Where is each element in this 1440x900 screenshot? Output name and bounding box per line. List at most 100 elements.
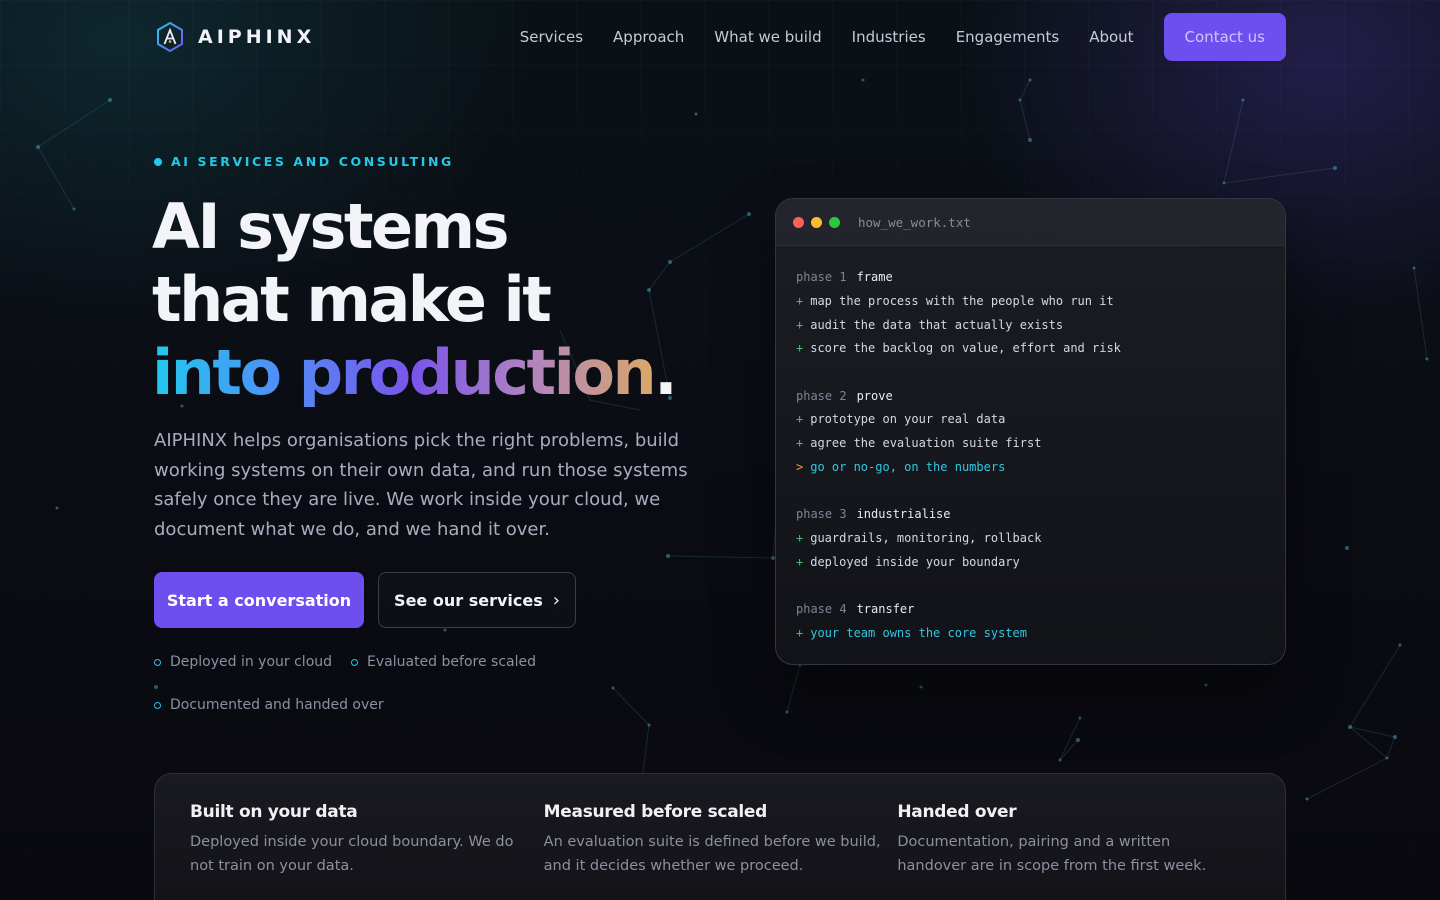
terminal-title-bar: how_we_work.txt bbox=[776, 199, 1285, 246]
start-conversation-button[interactable]: Start a conversation bbox=[154, 572, 364, 628]
value-text: An evaluation suite is defined before we… bbox=[543, 834, 881, 874]
eyebrow-dot-icon bbox=[154, 157, 162, 166]
plus-marker-icon: + bbox=[796, 317, 804, 332]
value-title: Handed over bbox=[897, 802, 1017, 822]
value-item-data: Built on your data Deployed inside your … bbox=[190, 802, 544, 900]
brand-home-link[interactable]: AIPHINX bbox=[154, 21, 315, 53]
top-navigation: AIPHINX Services Approach What we build … bbox=[154, 13, 1286, 61]
phase-label: phase 4 bbox=[796, 602, 847, 617]
how-we-work-terminal: how_we_work.txt phase 1 frame + map the pro… bbox=[775, 198, 1286, 665]
brand-name: AIPHINX bbox=[198, 26, 316, 48]
terminal-line-text: map the process with the people who run … bbox=[810, 293, 1114, 308]
feature-label: Documented and handed over bbox=[170, 697, 384, 713]
hero-headline: AI systems that make it into production. bbox=[152, 190, 772, 409]
terminal-line: + agree the evaluation suite first bbox=[796, 432, 1285, 456]
terminal-line-text: guardrails, monitoring, rollback bbox=[810, 531, 1042, 546]
headline-period: . bbox=[654, 336, 678, 409]
terminal-line: + deployed inside your boundary bbox=[796, 551, 1285, 575]
plus-marker-icon: + bbox=[796, 293, 804, 308]
phase-block: phase 1 frame + map the process with the pe… bbox=[796, 266, 1285, 361]
cta-row: Start a conversation See our services › bbox=[154, 572, 576, 628]
phase-name: prove bbox=[856, 388, 893, 403]
phase-name: transfer bbox=[856, 602, 915, 617]
nav-link-industries[interactable]: Industries bbox=[852, 28, 926, 46]
phase-block: phase 2 prove + prototype on your real data… bbox=[796, 385, 1285, 480]
terminal-line: + score the backlog on value, effort and … bbox=[796, 337, 1285, 361]
value-item-measured: Measured before scaled An evaluation sui… bbox=[544, 802, 898, 900]
value-title: Measured before scaled bbox=[543, 802, 768, 822]
feature-item: Deployed in your cloud bbox=[154, 654, 332, 670]
value-item-handover: Handed over Documentation, pairing and a… bbox=[897, 802, 1251, 900]
window-maximize-dot-icon bbox=[829, 216, 840, 228]
terminal-line-text: audit the data that actually exists bbox=[810, 317, 1064, 332]
plus-marker-icon: + bbox=[796, 554, 804, 569]
phase-block: phase 4 transfer + your team owns the core … bbox=[796, 598, 1285, 646]
phase-heading: phase 1 frame bbox=[796, 266, 1285, 290]
terminal-line: > go or no-go, on the numbers bbox=[796, 456, 1285, 480]
feature-row: Documented and handed over bbox=[154, 694, 574, 716]
feature-item: Evaluated before scaled bbox=[351, 654, 536, 670]
headline-line-3: into production. bbox=[152, 336, 772, 409]
phase-label: phase 1 bbox=[796, 270, 847, 284]
phase-heading: phase 4 transfer bbox=[796, 598, 1285, 622]
feature-list: Deployed in your cloud Evaluated before … bbox=[154, 651, 574, 716]
arrow-marker-icon: > bbox=[796, 460, 804, 475]
value-title: Built on your data bbox=[190, 802, 358, 822]
feature-row: Deployed in your cloud Evaluated before … bbox=[154, 651, 574, 673]
terminal-body: phase 1 frame + map the process with the pe… bbox=[776, 246, 1285, 646]
phase-name: industrialise bbox=[856, 507, 951, 522]
see-services-label: See our services bbox=[394, 590, 543, 610]
nav-link-approach[interactable]: Approach bbox=[613, 28, 684, 46]
terminal-line-text: go or no-go, on the numbers bbox=[810, 460, 1006, 475]
phase-name: frame bbox=[856, 270, 893, 284]
phase-block: phase 3 industrialise + guardrails, monitor… bbox=[796, 503, 1285, 574]
headline-line-1: AI systems bbox=[152, 190, 510, 263]
eyebrow: AI SERVICES AND CONSULTING bbox=[154, 154, 454, 169]
nav-link-engagements[interactable]: Engagements bbox=[956, 28, 1060, 46]
phase-heading: phase 3 industrialise bbox=[796, 503, 1285, 527]
plus-marker-icon: + bbox=[796, 626, 804, 641]
terminal-line-text: agree the evaluation suite first bbox=[810, 436, 1042, 451]
ring-bullet-icon bbox=[351, 658, 359, 666]
eyebrow-text: AI SERVICES AND CONSULTING bbox=[171, 154, 454, 169]
ring-bullet-icon bbox=[154, 701, 161, 709]
phase-label: phase 2 bbox=[796, 388, 847, 403]
terminal-line: + audit the data that actually exists bbox=[796, 314, 1285, 338]
value-text: Deployed inside your cloud boundary. We … bbox=[190, 834, 514, 874]
ring-bullet-icon bbox=[154, 658, 161, 666]
phase-label: phase 3 bbox=[796, 507, 847, 522]
value-strip: Built on your data Deployed inside your … bbox=[154, 773, 1286, 900]
feature-label: Deployed in your cloud bbox=[170, 654, 333, 670]
terminal-filename: how_we_work.txt bbox=[858, 214, 971, 230]
nav-right: Services Approach What we build Industri… bbox=[520, 13, 1286, 61]
feature-item: Documented and handed over bbox=[154, 697, 384, 713]
plus-marker-icon: + bbox=[796, 531, 804, 546]
terminal-line-text: your team owns the core system bbox=[810, 626, 1027, 641]
plus-marker-icon: + bbox=[796, 436, 804, 451]
terminal-line: + map the process with the people who run… bbox=[796, 290, 1285, 314]
terminal-line: + guardrails, monitoring, rollback bbox=[796, 527, 1285, 551]
terminal-line-text: score the backlog on value, effort and r… bbox=[810, 341, 1121, 356]
contact-us-button[interactable]: Contact us bbox=[1163, 13, 1286, 61]
nav-link-about[interactable]: About bbox=[1089, 28, 1133, 46]
nav-link-what-we-build[interactable]: What we build bbox=[714, 28, 821, 46]
see-services-button[interactable]: See our services › bbox=[378, 572, 576, 628]
window-close-dot-icon bbox=[793, 216, 804, 228]
nav-link-services[interactable]: Services bbox=[520, 28, 583, 46]
headline-gradient-text: into production bbox=[152, 336, 657, 409]
nav-links: Services Approach What we build Industri… bbox=[520, 28, 1134, 46]
plus-marker-icon: + bbox=[796, 341, 804, 356]
phase-heading: phase 2 prove bbox=[796, 385, 1285, 409]
terminal-line: + prototype on your real data bbox=[796, 408, 1285, 432]
hexagon-a-logo-icon bbox=[157, 21, 183, 53]
feature-label: Evaluated before scaled bbox=[367, 654, 536, 670]
hero-intro: AIPHINX helps organisations pick the rig… bbox=[154, 430, 688, 540]
terminal-line-text: prototype on your real data bbox=[810, 412, 1006, 427]
value-text: Documentation, pairing and a written han… bbox=[897, 834, 1207, 874]
terminal-line: + your team owns the core system bbox=[796, 622, 1285, 646]
plus-marker-icon: + bbox=[796, 412, 804, 427]
terminal-line-text: deployed inside your boundary bbox=[810, 554, 1020, 569]
window-minimize-dot-icon bbox=[811, 216, 822, 228]
chevron-right-icon: › bbox=[552, 589, 560, 611]
headline-line-2: that make it bbox=[152, 263, 552, 336]
